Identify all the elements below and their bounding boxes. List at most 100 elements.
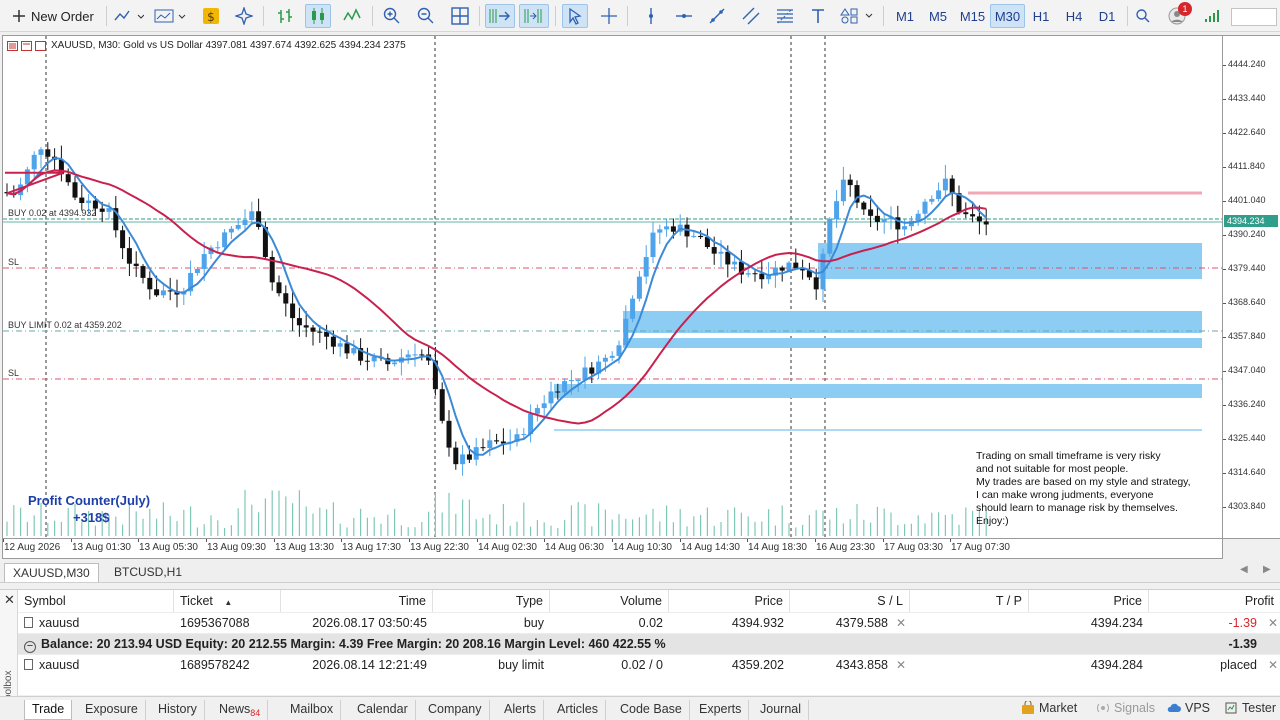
close-position-icon[interactable]: ✕	[1262, 613, 1280, 633]
zoom-in-button[interactable]	[380, 4, 404, 28]
price-axis[interactable]: 4444.240 4433.440 4422.640 4411.840 4401…	[1223, 35, 1280, 539]
order-icon	[24, 659, 33, 670]
column-header-type[interactable]: Type	[433, 590, 550, 612]
price-label: 4325.440	[1228, 433, 1266, 443]
tab-calendar[interactable]: Calendar	[350, 700, 416, 720]
horizontal-line-tool[interactable]	[672, 4, 696, 28]
tab-trade[interactable]: Trade	[24, 700, 73, 720]
timeframe-d1[interactable]: D1	[1091, 4, 1123, 28]
text-tool[interactable]	[806, 4, 830, 28]
new-order-button[interactable]: New Order	[12, 4, 102, 28]
candlestick-button[interactable]	[305, 4, 331, 28]
tab-mailbox[interactable]: Mailbox	[283, 700, 342, 720]
tab-scroll-left-icon[interactable]: ◀	[1240, 564, 1248, 575]
cursor-tool-button[interactable]	[562, 4, 588, 28]
toolbar-separator	[883, 6, 884, 26]
price-tick	[1223, 65, 1226, 66]
column-header-symbol[interactable]: Symbol	[18, 590, 174, 612]
timeframe-h1[interactable]: H1	[1025, 4, 1057, 28]
notifications-button[interactable]: 1	[1165, 2, 1192, 28]
candle-body	[31, 154, 37, 170]
shapes-dropdown[interactable]	[838, 4, 876, 28]
candle-body	[120, 230, 126, 249]
tab-exposure[interactable]: Exposure	[78, 700, 146, 720]
column-header-ticket[interactable]: Ticket ▲	[174, 590, 281, 612]
table-row-pending-order[interactable]: xauusd 1689578242 2026.08.14 12:21:49 bu…	[18, 654, 1280, 675]
balance-total-profit: -1.39	[1228, 637, 1258, 651]
zoom-out-button[interactable]	[414, 4, 438, 28]
price-tick	[1223, 303, 1226, 304]
tab-scroll-right-icon[interactable]: ▶	[1263, 564, 1271, 575]
timeframe-h4[interactable]: H4	[1058, 4, 1090, 28]
fibonacci-tool[interactable]	[773, 4, 797, 28]
column-header-take-profit[interactable]: T / P	[910, 590, 1029, 612]
signals-wizard-button[interactable]	[232, 4, 256, 28]
chart-area[interactable]: XAUUSD, M30: Gold vs US Dollar 4397.081 …	[2, 35, 1223, 539]
time-axis[interactable]: 12 Aug 2026 13 Aug 01:30 13 Aug 05:30 13…	[2, 539, 1223, 559]
tab-alerts[interactable]: Alerts	[497, 700, 544, 720]
remove-sl-icon[interactable]: ✕	[890, 613, 906, 633]
tab-history[interactable]: History	[151, 700, 205, 720]
tab-journal[interactable]: Journal	[753, 700, 809, 720]
tab-company[interactable]: Company	[421, 700, 490, 720]
chart-tab-xauusd[interactable]: XAUUSD,M30	[4, 563, 99, 582]
tester-button[interactable]: Tester	[1224, 701, 1276, 715]
chart-shift-button[interactable]	[519, 4, 549, 28]
svg-text:$: $	[207, 10, 215, 24]
search-button[interactable]	[1132, 4, 1154, 28]
tab-articles[interactable]: Articles	[550, 700, 606, 720]
column-header-price[interactable]: Price	[669, 590, 790, 612]
auto-scroll-button[interactable]	[485, 4, 515, 28]
note-line: My trades are based on my style and stra…	[976, 475, 1191, 488]
chart-tab-btcusd[interactable]: BTCUSD,H1	[106, 563, 190, 582]
price-label: 4433.440	[1228, 93, 1266, 103]
column-header-stop-loss[interactable]: S / L	[790, 590, 910, 612]
signals-button[interactable]: Signals	[1096, 701, 1155, 715]
column-header-volume[interactable]: Volume	[550, 590, 669, 612]
timeframe-m5[interactable]: M5	[922, 4, 954, 28]
main-toolbar: New Order $ M1 M5 M15 M30 H1 H4 D1 1	[0, 0, 1280, 32]
vps-button[interactable]: VPS	[1167, 701, 1210, 715]
symbol-search-input[interactable]	[1231, 8, 1277, 26]
bars-icon	[278, 9, 292, 23]
delete-order-icon[interactable]: ✕	[1262, 655, 1280, 675]
balance-summary-row: − Balance: 20 213.94 USD Equity: 20 212.5…	[18, 633, 1280, 654]
algo-trading-button[interactable]: $	[199, 4, 223, 28]
tab-news[interactable]: News84	[212, 700, 269, 720]
column-header-current-price[interactable]: Price	[1029, 590, 1149, 612]
candle-body	[228, 228, 234, 233]
candle-body	[609, 355, 615, 358]
tab-code-base[interactable]: Code Base	[613, 700, 690, 720]
candle-body	[296, 318, 302, 326]
table-row-position[interactable]: xauusd 1695367088 2026.08.17 03:50:45 bu…	[18, 612, 1280, 633]
candle-body	[201, 254, 207, 269]
channel-tool[interactable]	[739, 4, 763, 28]
vertical-line-tool[interactable]	[639, 4, 663, 28]
crosshair-tool-button[interactable]	[597, 4, 621, 28]
notification-badge: 1	[1178, 2, 1192, 16]
signal-strength-button[interactable]	[1200, 4, 1224, 28]
collapse-minus-icon[interactable]: −	[24, 641, 36, 653]
note-line: should learn to manage risk by themselve…	[976, 501, 1178, 514]
tile-windows-button[interactable]	[448, 4, 472, 28]
chart-type-dropdown[interactable]	[112, 4, 146, 28]
column-header-time[interactable]: Time	[281, 590, 433, 612]
timeframe-m15[interactable]: M15	[955, 4, 990, 28]
trendline-tool[interactable]	[705, 4, 729, 28]
timeframe-m1[interactable]: M1	[889, 4, 921, 28]
templates-dropdown[interactable]	[152, 4, 188, 28]
candle-body	[983, 221, 989, 225]
tab-experts[interactable]: Experts	[692, 700, 750, 720]
bar-chart-button[interactable]	[272, 4, 298, 28]
remove-sl-icon[interactable]: ✕	[890, 655, 906, 675]
cell-ticket: 1695367088	[180, 616, 250, 630]
cell-type: buy	[523, 616, 544, 630]
price-tick	[1223, 269, 1226, 270]
line-chart-button[interactable]	[339, 4, 365, 28]
time-label: 17 Aug 03:30	[884, 542, 943, 553]
timeframe-m30[interactable]: M30	[990, 4, 1025, 28]
market-button[interactable]: Market	[1021, 701, 1077, 715]
candle-body	[874, 215, 880, 222]
column-header-profit[interactable]: Profit	[1149, 590, 1280, 612]
close-icon[interactable]: ✕	[4, 592, 15, 608]
